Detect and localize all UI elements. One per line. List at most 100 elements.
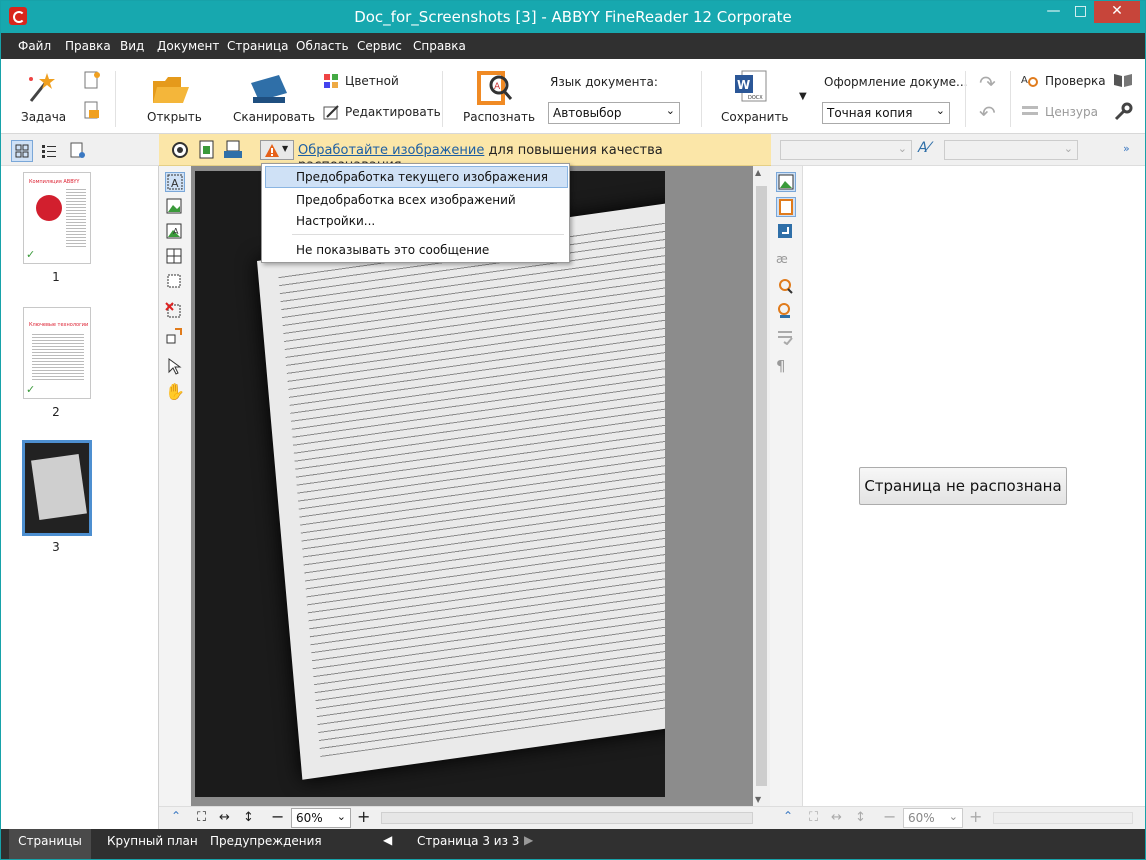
show-formatting-tool[interactable]: [776, 197, 796, 217]
ligature-tool[interactable]: æ: [776, 252, 796, 272]
recognize-label: Распознать: [463, 110, 536, 124]
order-areas-tool[interactable]: [165, 327, 185, 347]
scroll-down-icon[interactable]: ▼: [755, 795, 761, 804]
next-page-icon[interactable]: ▶: [524, 833, 533, 847]
text-zoom-select[interactable]: 60% ⌄: [903, 808, 963, 828]
barcode-area-tool[interactable]: [165, 272, 185, 292]
menu-page[interactable]: Страница: [227, 39, 289, 53]
page-properties-icon[interactable]: [69, 142, 87, 160]
minimize-button[interactable]: —: [1040, 1, 1067, 23]
maximize-button[interactable]: □: [1067, 1, 1094, 23]
chevron-down-icon: ⌄: [336, 810, 346, 823]
toolbar-separator: [701, 71, 702, 127]
undo-icon[interactable]: ↶: [979, 101, 996, 125]
tab-zoom[interactable]: Крупный план: [107, 829, 198, 859]
picture-area-tool[interactable]: [165, 197, 185, 217]
font-select[interactable]: ⌄: [944, 140, 1078, 160]
find-text-tool[interactable]: [776, 277, 796, 297]
fit-height-icon[interactable]: ↕: [243, 810, 254, 825]
document-settings-icon[interactable]: [83, 101, 101, 121]
wrench-icon[interactable]: [1113, 102, 1133, 122]
zoom-in-icon[interactable]: +: [357, 807, 370, 826]
text-area-icon: A: [167, 174, 183, 190]
horizontal-scrollbar[interactable]: [993, 812, 1133, 824]
show-pictures-tool[interactable]: [776, 172, 796, 192]
tab-warnings[interactable]: Предупреждения: [210, 829, 322, 859]
collapse-up-icon[interactable]: ⌃: [171, 809, 181, 823]
page-thumbnail-3[interactable]: [22, 440, 92, 536]
menu-item-dont-show[interactable]: Не показывать это сообщение: [296, 243, 489, 257]
process-image-link[interactable]: Обработайте изображение: [298, 143, 484, 158]
fit-page-icon[interactable]: ⛶: [197, 810, 206, 825]
menu-item-preprocess-all[interactable]: Предобработка всех изображений: [296, 193, 516, 207]
zoom-out-icon[interactable]: −: [271, 807, 284, 826]
color-label: Цветной: [345, 74, 399, 88]
menu-item-preprocess-current[interactable]: Предобработка текущего изображения: [296, 170, 548, 184]
menu-file[interactable]: Файл: [18, 39, 51, 53]
grid-icon: [15, 144, 29, 158]
menu-tools[interactable]: Сервис: [357, 39, 402, 53]
hand-tool[interactable]: ✋: [165, 382, 185, 402]
edit-image-icon: [323, 105, 339, 120]
collapse-up-icon[interactable]: ⌃: [783, 809, 793, 823]
image-preprocess-icon[interactable]: [171, 141, 189, 159]
zoom-in-icon[interactable]: +: [969, 807, 982, 826]
folder-icon: [153, 77, 189, 103]
page-thumbnail-1[interactable]: Компиляция ABBYY ✓: [23, 172, 91, 264]
expand-icon[interactable]: »: [1123, 142, 1130, 155]
magic-wand-icon: [29, 73, 55, 102]
page-photo: [195, 171, 665, 797]
style-select[interactable]: ⌄: [780, 140, 912, 160]
paragraph-marks-tool[interactable]: ¶: [776, 357, 796, 377]
book-icon[interactable]: [1113, 72, 1133, 88]
replace-text-tool[interactable]: [776, 302, 796, 322]
zoom-value: 60%: [296, 811, 323, 825]
page-icon[interactable]: [199, 140, 215, 160]
not-recognized-button[interactable]: Страница не распознана: [859, 467, 1067, 505]
new-document-icon[interactable]: [83, 71, 101, 91]
menu-view[interactable]: Вид: [120, 39, 144, 53]
doc-language-select[interactable]: Автовыбор ⌄: [548, 102, 680, 124]
prev-page-icon[interactable]: ◀: [383, 833, 392, 847]
menu-separator: [292, 234, 564, 235]
order-areas-icon: [166, 328, 182, 344]
chevron-down-icon: ⌄: [1063, 142, 1073, 155]
verify-text-tool[interactable]: [776, 327, 796, 347]
save-dropdown-arrow-icon[interactable]: ▼: [799, 91, 807, 102]
menu-area[interactable]: Область: [296, 39, 349, 53]
image-scrollbar[interactable]: ▲ ▼: [753, 166, 770, 806]
horizontal-scrollbar[interactable]: [381, 812, 753, 824]
thumbnails-view-button[interactable]: [11, 140, 33, 162]
scroll-thumb[interactable]: [756, 186, 767, 786]
text-area-tool[interactable]: A: [165, 172, 185, 192]
tab-pages[interactable]: Страницы: [9, 829, 91, 859]
table-area-tool[interactable]: [165, 247, 185, 267]
list-view-icon[interactable]: [41, 144, 57, 158]
menu-document[interactable]: Документ: [157, 39, 219, 53]
photographed-document: [257, 201, 665, 780]
scanner-settings-icon[interactable]: [223, 140, 243, 160]
zoom-out-icon[interactable]: −: [883, 807, 896, 826]
format-select[interactable]: Точная копия ⌄: [822, 102, 950, 124]
menu-item-settings[interactable]: Настройки...: [296, 214, 375, 228]
close-button[interactable]: ✕: [1094, 1, 1140, 23]
fit-page-icon[interactable]: ⛶: [809, 810, 818, 825]
line-break-tool[interactable]: [776, 222, 796, 242]
scroll-up-icon[interactable]: ▲: [755, 168, 761, 177]
fit-width-icon[interactable]: ↔: [219, 810, 230, 825]
menu-edit[interactable]: Правка: [65, 39, 111, 53]
delete-area-tool[interactable]: [165, 302, 185, 322]
toolbar-separator: [1010, 71, 1011, 127]
picture-area-icon: [166, 198, 182, 214]
zoom-value: 60%: [908, 811, 935, 825]
zoom-select[interactable]: 60% ⌄: [291, 808, 351, 828]
page-thumbnail-2[interactable]: Ключевые технологии ✓: [23, 307, 91, 399]
menu-help[interactable]: Справка: [413, 39, 466, 53]
select-tool[interactable]: [165, 357, 185, 377]
text-format-icon[interactable]: A⁄: [918, 140, 930, 156]
fit-height-icon[interactable]: ↕: [855, 810, 866, 825]
redo-icon[interactable]: ↷: [979, 71, 996, 95]
warning-menu-button[interactable]: ▼: [260, 140, 294, 160]
fit-width-icon[interactable]: ↔: [831, 810, 842, 825]
background-picture-tool[interactable]: A: [165, 222, 185, 242]
